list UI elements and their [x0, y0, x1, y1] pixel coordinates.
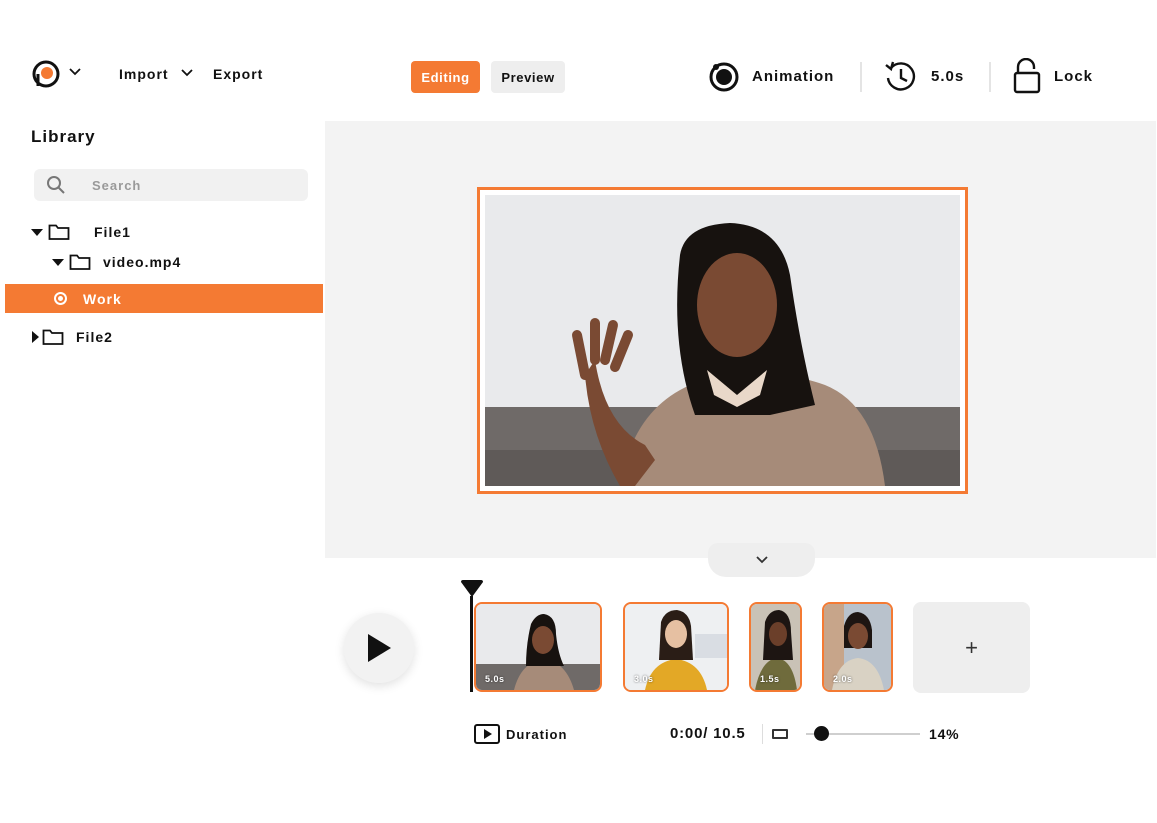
play-button[interactable]: [344, 613, 414, 683]
clip-duration: 5.0s: [485, 674, 505, 684]
chevron-down-icon[interactable]: [180, 68, 194, 78]
menu-import[interactable]: Import: [119, 66, 169, 82]
folder-icon: [42, 329, 64, 345]
chevron-down-icon: [755, 556, 768, 564]
divider: [989, 62, 991, 92]
clip-duration: 3.0s: [634, 674, 654, 684]
timer-clock-icon[interactable]: [883, 59, 919, 95]
folder-icon: [69, 254, 91, 270]
tree-label: File2: [76, 329, 113, 345]
caret-down-icon[interactable]: [52, 256, 64, 268]
duration-value[interactable]: 5.0s: [931, 68, 964, 85]
time-readout: 0:00/ 10.5: [670, 725, 746, 742]
divider: [860, 62, 862, 92]
caret-down-icon[interactable]: [31, 226, 43, 238]
timeline-clip[interactable]: 3.0s: [623, 602, 729, 692]
playhead-line[interactable]: [470, 596, 473, 692]
video-frame-image: [485, 195, 960, 486]
zoom-slider-handle[interactable]: [814, 726, 830, 741]
menu-export[interactable]: Export: [213, 66, 263, 82]
timeline-clip[interactable]: 5.0s: [474, 602, 602, 692]
mode-editing-button[interactable]: Editing: [411, 61, 480, 93]
search-icon: [47, 176, 65, 194]
play-square-icon[interactable]: [474, 724, 500, 744]
preview-canvas: [325, 121, 1156, 558]
timeline-clip[interactable]: 1.5s: [749, 602, 802, 692]
video-selection-frame[interactable]: [477, 187, 968, 494]
timeline-clip[interactable]: 2.0s: [822, 602, 893, 692]
tree-label: File1: [94, 224, 131, 240]
animation-label[interactable]: Animation: [752, 68, 834, 85]
mode-preview-button[interactable]: Preview: [491, 61, 565, 93]
search-box[interactable]: [34, 169, 308, 201]
caret-right-icon[interactable]: [30, 331, 42, 343]
divider: [762, 724, 763, 744]
tree-folder-file2[interactable]: File2: [30, 328, 113, 346]
tree-folder-video[interactable]: video.mp4: [52, 253, 181, 271]
tree-folder-file1[interactable]: File1: [31, 223, 131, 241]
tree-label: video.mp4: [103, 254, 182, 270]
chevron-down-icon[interactable]: [68, 67, 82, 77]
radio-selected-icon: [54, 292, 67, 305]
clip-duration: 1.5s: [760, 674, 780, 684]
library-title: Library: [31, 127, 96, 146]
folder-icon: [48, 224, 70, 240]
record-circle-icon[interactable]: [708, 61, 740, 93]
add-clip-button[interactable]: +: [913, 602, 1030, 693]
tree-item-work[interactable]: Work: [5, 284, 323, 313]
brand-logo-icon[interactable]: [32, 60, 60, 88]
search-input[interactable]: [92, 169, 292, 201]
aspect-ratio-icon[interactable]: [772, 729, 788, 739]
duration-label[interactable]: Duration: [506, 727, 567, 742]
unlock-padlock-icon[interactable]: [1013, 58, 1041, 94]
collapse-panel-toggle[interactable]: [708, 543, 815, 577]
zoom-percent: 14%: [929, 726, 960, 742]
play-icon: [368, 634, 391, 662]
lock-label[interactable]: Lock: [1054, 68, 1093, 85]
tree-label: Work: [83, 291, 122, 307]
app-window: Import Export Editing Preview Animation …: [0, 0, 1157, 823]
clip-duration: 2.0s: [833, 674, 853, 684]
